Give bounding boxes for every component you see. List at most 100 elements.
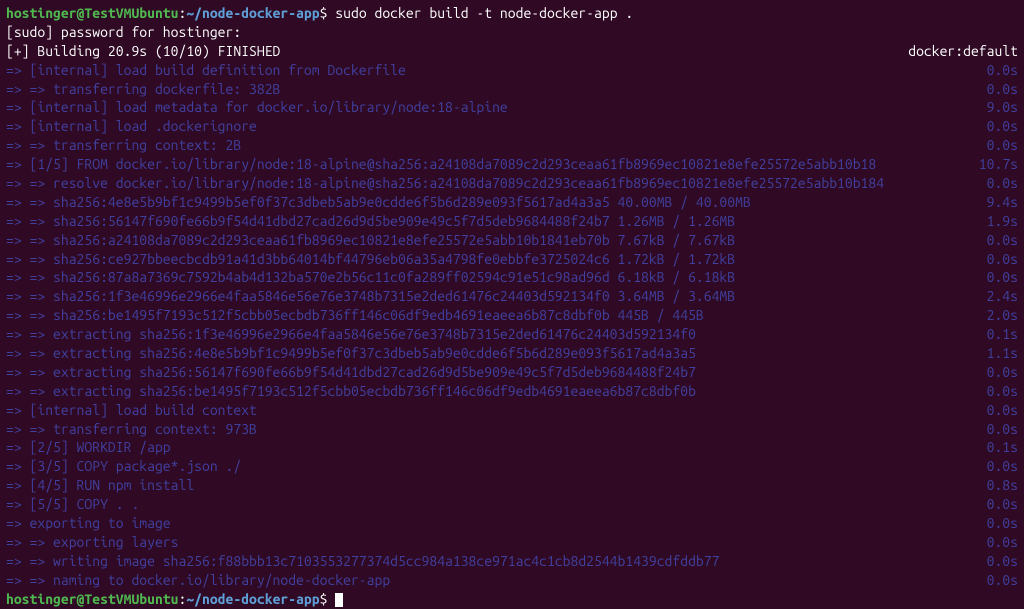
build-step-time: 0.0s	[977, 420, 1018, 439]
build-step-row: => => transferring dockerfile: 382B 0.0s	[6, 80, 1018, 99]
build-step-time: 0.0s	[977, 533, 1018, 552]
prompt-dollar: $	[320, 5, 336, 21]
build-step-time: 0.0s	[977, 61, 1018, 80]
build-step-text: => => sha256:4e8e5b9bf1c9499b5ef0f37c3db…	[6, 193, 751, 212]
build-step-text: => => sha256:a24108da7089c2d293ceaa61fb8…	[6, 231, 735, 250]
build-step-time: 0.0s	[977, 250, 1018, 269]
terminal-output[interactable]: hostinger@TestVMUbuntu:~/node-docker-app…	[6, 4, 1018, 609]
build-step-row: => [internal] load build definition from…	[6, 61, 1018, 80]
build-step-time: 0.0s	[977, 382, 1018, 401]
build-step-text: => [internal] load .dockerignore	[6, 117, 257, 136]
build-step-time: 1.1s	[977, 344, 1018, 363]
build-step-text: => => extracting sha256:be1495f7193c512f…	[6, 382, 696, 401]
build-step-text: => => extracting sha256:56147f690fe66b9f…	[6, 363, 696, 382]
build-step-row: => [1/5] FROM docker.io/library/node:18-…	[6, 155, 1018, 174]
build-step-row: => => extracting sha256:1f3e46996e2966e4…	[6, 325, 1018, 344]
build-step-time: 0.0s	[977, 495, 1018, 514]
build-step-text: => [5/5] COPY . .	[6, 495, 139, 514]
build-step-row: => [internal] load metadata for docker.i…	[6, 98, 1018, 117]
build-step-row: => => transferring context: 973B 0.0s	[6, 420, 1018, 439]
build-step-text: => => sha256:56147f690fe66b9f54d41dbd27c…	[6, 212, 735, 231]
build-step-row: => => naming to docker.io/library/node-d…	[6, 571, 1018, 590]
prompt-path: ~/node-docker-app	[186, 5, 319, 21]
build-step-time: 2.0s	[977, 306, 1018, 325]
build-step-time: 0.0s	[977, 514, 1018, 533]
build-step-time: 0.0s	[977, 363, 1018, 382]
build-step-row: => => extracting sha256:4e8e5b9bf1c9499b…	[6, 344, 1018, 363]
build-step-text: => [internal] load metadata for docker.i…	[6, 98, 508, 117]
build-step-text: => [1/5] FROM docker.io/library/node:18-…	[6, 155, 876, 174]
build-step-text: => => extracting sha256:4e8e5b9bf1c9499b…	[6, 344, 696, 363]
prompt-dollar: $	[320, 591, 336, 607]
build-step-row: => => sha256:ce927bbeecbcdb91a41d3bb6401…	[6, 250, 1018, 269]
build-step-time: 0.0s	[977, 552, 1018, 571]
build-step-time: 10.7s	[969, 155, 1018, 174]
build-step-time: 0.0s	[977, 80, 1018, 99]
build-status-line: [+] Building 20.9s (10/10) FINISHED dock…	[6, 42, 1018, 61]
build-step-row: => exporting to image 0.0s	[6, 514, 1018, 533]
build-step-time: 0.0s	[977, 117, 1018, 136]
entered-command: sudo docker build -t node-docker-app .	[335, 5, 633, 21]
command-line: hostinger@TestVMUbuntu:~/node-docker-app…	[6, 4, 1018, 23]
build-step-row: => => sha256:1f3e46996e2966e4faa5846e56e…	[6, 287, 1018, 306]
build-step-row: => [2/5] WORKDIR /app 0.1s	[6, 438, 1018, 457]
build-step-row: => [3/5] COPY package*.json ./ 0.0s	[6, 457, 1018, 476]
build-step-time: 0.8s	[977, 476, 1018, 495]
prompt-user: hostinger@TestVMUbuntu	[6, 591, 178, 607]
build-step-text: => => sha256:1f3e46996e2966e4faa5846e56e…	[6, 287, 735, 306]
build-step-text: => => sha256:be1495f7193c512f5cbb05ecbdb…	[6, 306, 704, 325]
build-step-time: 2.4s	[977, 287, 1018, 306]
build-step-row: => => sha256:4e8e5b9bf1c9499b5ef0f37c3db…	[6, 193, 1018, 212]
build-step-time: 0.0s	[977, 268, 1018, 287]
build-step-time: 0.0s	[977, 571, 1018, 590]
build-step-text: => [3/5] COPY package*.json ./	[6, 457, 241, 476]
build-step-text: => => extracting sha256:1f3e46996e2966e4…	[6, 325, 696, 344]
build-step-row: => => sha256:be1495f7193c512f5cbb05ecbdb…	[6, 306, 1018, 325]
prompt-path: ~/node-docker-app	[186, 591, 319, 607]
build-step-time: 9.4s	[977, 193, 1018, 212]
build-step-text: => => naming to docker.io/library/node-d…	[6, 571, 390, 590]
build-step-text: => [internal] load build definition from…	[6, 61, 406, 80]
build-step-row: => => extracting sha256:56147f690fe66b9f…	[6, 363, 1018, 382]
build-step-time: 0.1s	[977, 325, 1018, 344]
build-step-time: 0.0s	[977, 457, 1018, 476]
build-step-row: => => transferring context: 2B 0.0s	[6, 136, 1018, 155]
build-step-text: => => sha256:ce927bbeecbcdb91a41d3bb6401…	[6, 250, 735, 269]
prompt-ready: hostinger@TestVMUbuntu:~/node-docker-app…	[6, 590, 1018, 609]
build-step-row: => => resolve docker.io/library/node:18-…	[6, 174, 1018, 193]
build-step-text: => [4/5] RUN npm install	[6, 476, 194, 495]
build-step-row: => => sha256:a24108da7089c2d293ceaa61fb8…	[6, 231, 1018, 250]
build-status-left: [+] Building 20.9s (10/10) FINISHED	[6, 42, 280, 61]
prompt-user: hostinger@TestVMUbuntu	[6, 5, 178, 21]
build-step-row: => => writing image sha256:f88bbb13c7103…	[6, 552, 1018, 571]
build-step-text: => => writing image sha256:f88bbb13c7103…	[6, 552, 719, 571]
build-step-text: => exporting to image	[6, 514, 171, 533]
build-step-text: => => transferring context: 973B	[6, 420, 257, 439]
build-step-row: => [5/5] COPY . . 0.0s	[6, 495, 1018, 514]
build-step-time: 0.0s	[977, 231, 1018, 250]
build-step-text: => => resolve docker.io/library/node:18-…	[6, 174, 884, 193]
build-step-row: => [4/5] RUN npm install 0.8s	[6, 476, 1018, 495]
sudo-prompt: [sudo] password for hostinger:	[6, 23, 1018, 42]
build-step-row: => [internal] load .dockerignore 0.0s	[6, 117, 1018, 136]
build-step-text: => => transferring dockerfile: 382B	[6, 80, 280, 99]
build-status-right: docker:default	[908, 42, 1018, 61]
build-step-text: => [internal] load build context	[6, 401, 257, 420]
build-step-time: 0.0s	[977, 174, 1018, 193]
build-step-row: => => extracting sha256:be1495f7193c512f…	[6, 382, 1018, 401]
build-step-time: 9.0s	[977, 98, 1018, 117]
build-step-row: => [internal] load build context 0.0s	[6, 401, 1018, 420]
build-step-text: => => exporting layers	[6, 533, 178, 552]
build-step-text: => [2/5] WORKDIR /app	[6, 438, 171, 457]
build-step-time: 0.0s	[977, 401, 1018, 420]
build-step-row: => => sha256:87a8a7369c7592b4ab4d132ba57…	[6, 268, 1018, 287]
build-step-time: 0.0s	[977, 136, 1018, 155]
build-step-text: => => sha256:87a8a7369c7592b4ab4d132ba57…	[6, 268, 735, 287]
build-step-row: => => sha256:56147f690fe66b9f54d41dbd27c…	[6, 212, 1018, 231]
build-step-time: 1.9s	[977, 212, 1018, 231]
build-step-row: => => exporting layers 0.0s	[6, 533, 1018, 552]
build-step-text: => => transferring context: 2B	[6, 136, 241, 155]
build-step-time: 0.1s	[977, 438, 1018, 457]
build-output: => [internal] load build definition from…	[6, 61, 1018, 590]
cursor-icon	[335, 593, 343, 607]
